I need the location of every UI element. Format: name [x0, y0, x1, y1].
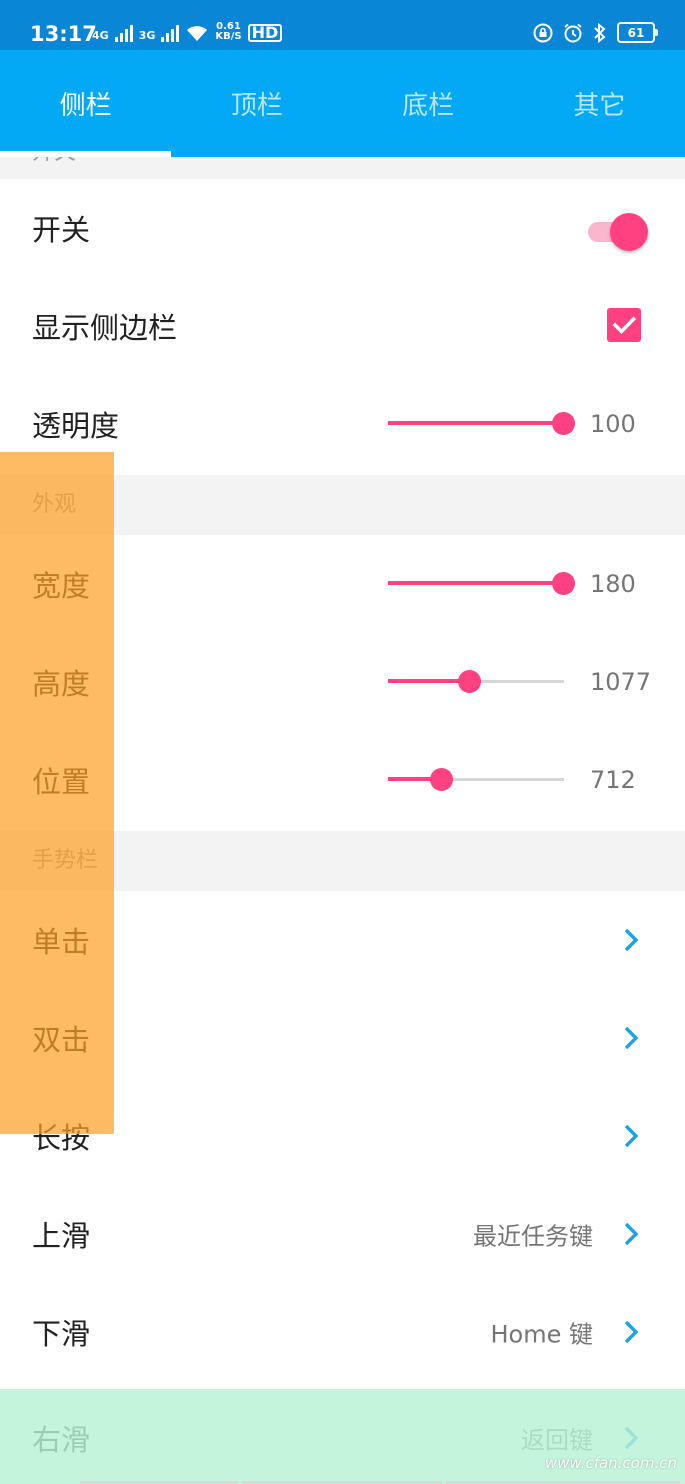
opacity-row: 透明度 100	[0, 375, 685, 473]
show-sidebar-label: 显示侧边栏	[32, 311, 178, 345]
status-bar: 13:17 4G 3G 0.61 KB/S HD 61	[0, 0, 685, 50]
status-time: 13:17	[30, 22, 97, 46]
section-header-appearance: 外观	[0, 475, 685, 535]
speed-unit: KB/S	[215, 31, 242, 42]
tab-bottombar[interactable]: 底栏	[343, 50, 514, 157]
slider-thumb[interactable]	[430, 768, 453, 791]
watermark: www.cfan.com.cn	[544, 1454, 677, 1472]
opacity-slider[interactable]	[388, 412, 575, 436]
tab-sidebar[interactable]: 侧栏	[0, 50, 171, 157]
signal-icon	[114, 24, 133, 42]
signal-icon-2	[161, 24, 180, 42]
height-row: 高度 1077	[0, 633, 685, 731]
switch-label: 开关	[32, 213, 91, 247]
wifi-icon	[187, 26, 208, 41]
tab-label: 侧栏	[59, 91, 112, 121]
slider-thumb[interactable]	[552, 412, 575, 435]
gesture-row-double-tap[interactable]: 双击	[0, 989, 685, 1087]
section-header-switch: 开关	[0, 157, 685, 179]
chevron-right-icon	[624, 1124, 639, 1148]
check-icon	[612, 316, 636, 335]
gesture-row-swipe-down[interactable]: 下滑 Home 键	[0, 1283, 685, 1381]
opacity-label: 透明度	[32, 409, 120, 443]
tab-topbar[interactable]: 顶栏	[171, 50, 342, 157]
position-slider[interactable]	[388, 768, 564, 792]
network-speed: 0.61 KB/S	[215, 22, 241, 42]
switch-row[interactable]: 开关	[0, 179, 685, 277]
tab-bar: 侧栏 顶栏 底栏 其它	[0, 50, 685, 157]
section-header-label: 手势栏	[32, 848, 99, 873]
slider-fill	[388, 679, 469, 683]
gesture-value: Home 键	[490, 1320, 593, 1349]
lock-icon	[533, 23, 553, 42]
gesture-row-swipe-up[interactable]: 上滑 最近任务键	[0, 1185, 685, 1283]
sidebar-toggle[interactable]	[586, 212, 648, 251]
show-sidebar-row[interactable]: 显示侧边栏	[0, 277, 685, 375]
gesture-label: 长按	[32, 1121, 91, 1155]
position-label: 位置	[32, 765, 91, 799]
gesture-label: 单击	[32, 925, 91, 959]
gesture-row-tap[interactable]: 单击	[0, 891, 685, 989]
chevron-right-icon	[624, 928, 639, 952]
network-3g-label: 3G	[138, 29, 156, 42]
settings-list[interactable]: 开关 开关 显示侧边栏 透明度 100 外观 宽度	[0, 157, 685, 1484]
alarm-icon	[564, 23, 582, 42]
chevron-right-icon	[624, 1222, 639, 1246]
opacity-value: 100	[590, 410, 636, 438]
gesture-label: 下滑	[32, 1317, 91, 1351]
section-header-label: 外观	[32, 492, 77, 517]
chevron-right-icon	[624, 1426, 639, 1450]
slider-thumb[interactable]	[458, 670, 481, 693]
position-value: 712	[590, 766, 636, 794]
tab-other[interactable]: 其它	[514, 50, 685, 157]
battery-icon: 61	[617, 22, 658, 43]
bluetooth-icon	[594, 22, 606, 43]
gesture-value: 返回键	[521, 1426, 593, 1455]
tab-label: 其它	[573, 91, 626, 121]
bottom-divider-lines	[80, 1481, 680, 1484]
battery-level: 61	[627, 25, 645, 40]
width-value: 180	[590, 570, 636, 598]
status-right-icons: 61	[533, 22, 658, 43]
gesture-label: 上滑	[32, 1219, 91, 1253]
width-slider[interactable]	[388, 572, 575, 596]
chevron-right-icon	[624, 1320, 639, 1344]
gesture-label: 双击	[32, 1023, 91, 1057]
width-label: 宽度	[32, 569, 91, 603]
tab-label: 顶栏	[230, 91, 283, 121]
slider-thumb[interactable]	[552, 572, 575, 595]
slider-fill	[388, 581, 564, 585]
gesture-label: 右滑	[32, 1423, 91, 1457]
hd-icon: HD	[247, 24, 283, 42]
height-slider[interactable]	[388, 670, 564, 694]
network-4g-label: 4G	[92, 29, 109, 42]
show-sidebar-checkbox[interactable]	[607, 308, 641, 342]
chevron-right-icon	[624, 1026, 639, 1050]
width-row: 宽度 180	[0, 535, 685, 633]
toggle-thumb	[610, 213, 648, 251]
gesture-row-long-press[interactable]: 长按	[0, 1087, 685, 1185]
height-label: 高度	[32, 667, 91, 701]
slider-fill	[388, 421, 564, 425]
height-value: 1077	[590, 668, 652, 696]
status-left-icons: 4G 3G 0.61 KB/S HD	[92, 22, 283, 42]
section-header-gesture: 手势栏	[0, 831, 685, 891]
position-row: 位置 712	[0, 731, 685, 829]
gesture-value: 最近任务键	[473, 1222, 593, 1251]
tab-label: 底栏	[402, 91, 455, 121]
